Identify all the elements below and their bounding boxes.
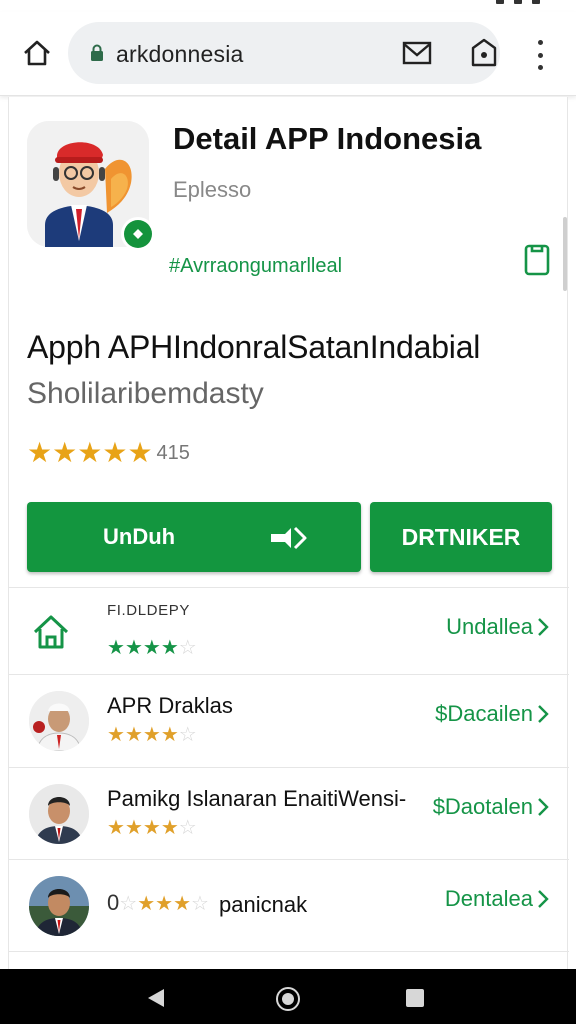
rating-count: 415 — [156, 441, 190, 464]
lock-icon — [91, 44, 103, 61]
star-icon: ★ — [102, 437, 128, 468]
share-arrow-icon — [271, 526, 307, 550]
avatar — [29, 691, 89, 751]
chevron-right-icon — [538, 890, 549, 908]
list-item[interactable]: FI.DLDEPY ★ ★ ★ ★ ☆ Undallea — [9, 587, 569, 679]
list-item-rating: 0 ☆ ★ ★ ★ ☆ — [107, 890, 209, 915]
list-item[interactable]: APR Draklas ★ ★ ★ ★ ☆ $Dacailen — [9, 674, 569, 766]
star-icon: ★ — [77, 437, 103, 468]
download-label: UnDuh — [103, 524, 176, 549]
chevron-right-icon — [538, 618, 549, 636]
recents-icon[interactable] — [406, 989, 424, 1007]
shield-icon[interactable] — [470, 38, 498, 68]
mail-icon[interactable] — [402, 40, 432, 66]
list-item-link[interactable]: Undallea — [446, 614, 549, 640]
check-icon — [133, 229, 143, 239]
home-circle-icon[interactable] — [276, 987, 300, 1011]
wifi-icon — [514, 0, 522, 4]
home-icon — [24, 40, 50, 66]
list-item-rating: ★ ★ ★ ★ ☆ — [107, 724, 197, 746]
list-item-link[interactable]: $Dacailen — [435, 701, 549, 727]
address-bar[interactable]: arkdonnesia — [68, 22, 500, 84]
url-text: arkdonnesia — [116, 41, 244, 67]
list-item-rating: ★ ★ ★ ★ ☆ — [107, 637, 197, 659]
back-icon[interactable] — [148, 989, 164, 1007]
secondary-label: DRTNIKER — [401, 523, 521, 550]
home-button[interactable] — [20, 38, 54, 68]
developer-name[interactable]: Eplesso — [173, 177, 251, 203]
signal-icon — [496, 0, 504, 4]
system-nav-bar — [0, 969, 576, 1024]
list-item-title: Pamikg Islanaran EnaitiWensi- — [107, 786, 407, 811]
star-icon: ★ — [52, 437, 78, 468]
app-subtitle: Sholilaribemdasty — [27, 377, 264, 410]
star-icon: ★ — [127, 437, 153, 468]
chevron-right-icon — [538, 798, 549, 816]
secondary-action-button[interactable]: DRTNIKER — [370, 502, 552, 572]
download-button[interactable]: UnDuh — [27, 502, 361, 572]
app-rating: ★ ★ ★ ★ ★ 415 — [27, 439, 190, 467]
page-title: Detail APP Indonesia — [173, 121, 482, 156]
list-item[interactable]: Pamikg Islanaran EnaitiWensi- ★ ★ ★ ★ ☆ $Dao… — [9, 767, 569, 859]
list-item[interactable]: 0 ☆ ★ ★ ★ ☆ panicnak Dentalea — [9, 859, 569, 951]
avatar — [29, 784, 89, 844]
avatar — [29, 876, 89, 936]
status-bar — [0, 0, 576, 12]
browser-toolbar: arkdonnesia — [0, 12, 576, 96]
list-item-link[interactable]: $Daotalen — [433, 794, 549, 820]
list-item-title: panicnak — [219, 892, 308, 917]
list-item-title: FI.DLDEPY — [107, 602, 190, 619]
app-name: Apph APHIndonralSatanIndabial — [27, 329, 481, 365]
battery-icon — [532, 0, 540, 4]
verified-badge — [121, 217, 155, 251]
home-outline-icon — [33, 615, 69, 649]
app-hashtag[interactable]: #Avrraongumarlleal — [169, 255, 342, 278]
list-item-partial — [9, 951, 569, 969]
list-item-link[interactable]: Dentalea — [445, 886, 549, 912]
scrollbar-thumb[interactable] — [563, 217, 567, 291]
clipboard-icon[interactable] — [523, 243, 551, 277]
status-icons — [496, 0, 540, 4]
list-item-rating: ★ ★ ★ ★ ☆ — [107, 817, 197, 839]
app-detail-page: Detail APP Indonesia Eplesso #Avrraongum… — [8, 97, 569, 969]
list-item-title: APR Draklas — [107, 693, 233, 718]
more-vert-icon[interactable] — [530, 40, 550, 70]
star-icon: ★ — [27, 437, 53, 468]
chevron-right-icon — [538, 705, 549, 723]
